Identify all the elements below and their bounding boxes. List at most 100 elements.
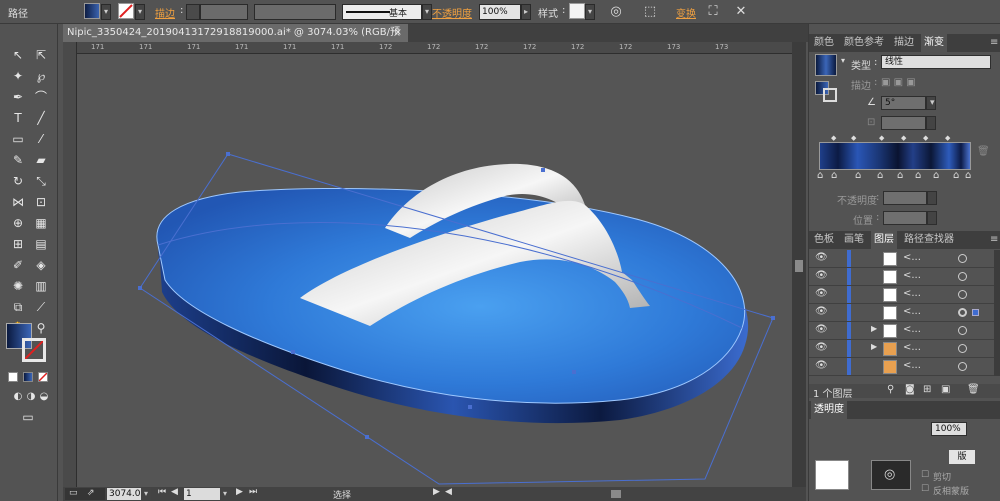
tab-stroke[interactable]: 描边 — [891, 34, 917, 52]
width-tool-icon[interactable]: ⋈ — [8, 193, 28, 211]
lasso-icon[interactable]: ℘ — [31, 67, 51, 85]
angle-dropdown[interactable]: ▾ — [926, 96, 936, 110]
symbol-sprayer-icon[interactable]: ✺ — [8, 277, 28, 295]
eyedropper-icon[interactable]: ✐ — [8, 256, 28, 274]
gradient-slider-bar[interactable] — [819, 142, 971, 170]
last-page-icon[interactable]: ⏭ — [249, 487, 257, 497]
target-icon[interactable] — [958, 254, 967, 263]
pen-tool-icon[interactable]: ✒ — [8, 88, 28, 106]
angle-input[interactable]: 5° — [881, 96, 926, 110]
gradient-type-select[interactable]: 线性 — [881, 55, 991, 69]
page-dropdown[interactable]: ▾ — [220, 488, 230, 500]
target-icon[interactable] — [958, 326, 967, 335]
opacity-input[interactable]: 100% — [479, 4, 521, 20]
style-swatch[interactable] — [569, 3, 585, 19]
layer-row[interactable]: 👁 ▶ <... — [809, 340, 994, 358]
layers-scrollbar[interactable] — [994, 250, 1000, 376]
share-icon[interactable]: ⇗ — [87, 488, 95, 498]
color-mode-icon[interactable] — [8, 372, 18, 382]
layer-row[interactable]: 👁 ▶ <... — [809, 322, 994, 340]
target-icon[interactable] — [958, 290, 967, 299]
scroll-thumb[interactable] — [795, 260, 803, 272]
slice-tool-icon[interactable]: ⟋ — [31, 298, 51, 316]
type-tool-icon[interactable]: T — [8, 109, 28, 127]
gradient-opacity-dropdown[interactable] — [927, 191, 937, 205]
artboard-tool-icon[interactable]: ⧉ — [8, 298, 28, 316]
clipping-mask-icon[interactable]: ◙ — [905, 384, 915, 395]
curvature-tool-icon[interactable]: ⌒ — [31, 88, 51, 106]
free-transform-icon[interactable]: ⊡ — [31, 193, 51, 211]
eye-icon[interactable]: 👁 — [815, 306, 828, 317]
eye-icon[interactable]: 👁 — [815, 252, 828, 263]
artboard-nav-icon[interactable]: ▭ — [69, 488, 78, 498]
gradient-stops[interactable]: ⌂ ⌂ ⌂ ⌂ ⌂ ⌂ ⌂ ⌂ ⌂ — [817, 170, 977, 182]
eye-icon[interactable]: 👁 — [815, 360, 828, 371]
tab-pathfinder[interactable]: 路径查找器 — [901, 231, 957, 249]
aspect-ratio-dropdown[interactable] — [926, 116, 936, 130]
invert-mask-checkbox[interactable]: ☐ — [921, 484, 929, 494]
isolate-icon[interactable]: ⛶ — [704, 3, 722, 21]
zoom-input[interactable]: 3074.0 — [107, 488, 141, 500]
selection-tool-icon[interactable]: ↖ — [8, 46, 28, 64]
first-page-icon[interactable]: ⏮ — [158, 487, 166, 497]
gradient-midpoints[interactable]: ◆ ◆ ◆ ◆ ◆ ◆ — [819, 134, 969, 142]
close-tab-icon[interactable]: × — [394, 24, 402, 42]
zoom-dropdown[interactable]: ▾ — [141, 488, 151, 500]
stroke-link[interactable]: 描边 — [155, 5, 175, 20]
align-icon[interactable]: ⬚ — [641, 3, 659, 21]
brush-profile-dropdown[interactable]: ▾ — [422, 4, 432, 20]
transform-link[interactable]: 变换 — [676, 5, 696, 20]
opacity-dropdown[interactable]: ▸ — [521, 4, 531, 20]
locate-object-icon[interactable]: ⚲ — [887, 384, 894, 395]
new-sublayer-icon[interactable]: ⊞ — [923, 384, 931, 395]
gradient-mode-icon[interactable] — [23, 372, 33, 382]
tab-brushes[interactable]: 画笔 — [841, 231, 867, 249]
prev-page-icon[interactable]: ◀ — [171, 487, 178, 497]
stroke-weight-input[interactable] — [200, 4, 248, 20]
gradient-preview[interactable] — [815, 54, 837, 76]
perspective-grid-icon[interactable]: ▦ — [31, 214, 51, 232]
shape-builder-icon[interactable]: ⊕ — [8, 214, 28, 232]
location-input[interactable] — [883, 211, 927, 225]
next-page-icon[interactable]: ▶ — [236, 487, 243, 497]
screen-mode-icon[interactable]: ▭ — [18, 408, 38, 426]
layer-row[interactable]: 👁 <... — [809, 286, 994, 304]
recolor-icon[interactable]: ◎ — [607, 3, 625, 21]
clip-checkbox[interactable]: ☐ — [921, 470, 929, 480]
paintbrush-icon[interactable]: ⁄ — [31, 130, 51, 148]
eye-icon[interactable]: 👁 — [815, 342, 828, 353]
target-icon[interactable] — [958, 272, 967, 281]
panel-menu-icon[interactable]: ≡ — [987, 34, 1000, 52]
page-input[interactable]: 1 — [184, 488, 220, 500]
gradient-stroke-icon[interactable] — [823, 88, 837, 102]
mask-thumbnail[interactable]: ◎ — [871, 460, 911, 490]
aspect-ratio-input[interactable] — [881, 116, 926, 130]
eraser-icon[interactable]: ▰ — [31, 151, 51, 169]
make-mask-button[interactable]: 版 — [949, 450, 975, 464]
eye-icon[interactable]: 👁 — [815, 270, 828, 281]
rectangle-tool-icon[interactable]: ▭ — [8, 130, 28, 148]
blend-tool-icon[interactable]: ◈ — [31, 256, 51, 274]
target-icon[interactable] — [958, 308, 967, 317]
tab-swatches[interactable]: 色板 — [811, 231, 837, 249]
tab-layers[interactable]: 图层 — [871, 231, 897, 249]
vertical-scrollbar[interactable] — [792, 42, 806, 487]
brush-profile-select[interactable]: 基本 — [342, 4, 422, 20]
delete-stop-icon[interactable]: 🗑 — [977, 146, 990, 157]
layer-row[interactable]: 👁 <... — [809, 250, 994, 268]
location-dropdown[interactable] — [927, 211, 937, 225]
stroke-swatch[interactable] — [118, 3, 134, 19]
layer-row[interactable]: 👁 <... — [809, 304, 994, 322]
stroke-dropdown[interactable]: ▾ — [135, 4, 145, 20]
tab-color-guide[interactable]: 颜色参考 — [841, 34, 887, 52]
delete-layer-icon[interactable]: 🗑 — [967, 384, 980, 395]
tab-transparency[interactable]: 透明度 — [811, 401, 847, 419]
document-tab[interactable]: Nipic_3350424_20190413172918819000.ai* @… — [63, 24, 408, 56]
gradient-opacity-input[interactable] — [883, 191, 927, 205]
line-tool-icon[interactable]: ╱ — [31, 109, 51, 127]
gradient-preview-dropdown[interactable]: ▾ — [841, 56, 845, 65]
hscroll-thumb[interactable] — [611, 490, 621, 498]
eye-icon[interactable]: 👁 — [815, 324, 828, 335]
hscroll-left-icon[interactable]: ◀ — [445, 487, 452, 497]
transparency-opacity-input[interactable]: 100% — [931, 422, 967, 436]
